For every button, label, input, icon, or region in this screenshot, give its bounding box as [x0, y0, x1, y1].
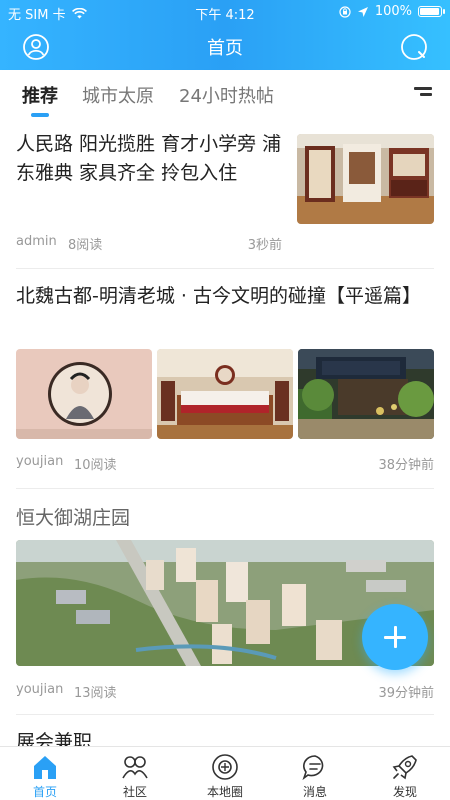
menu-icon[interactable] — [414, 86, 432, 102]
bottom-tab-discover[interactable]: 发现 — [360, 747, 450, 800]
app-header: 无 SIM 卡 下午 4:12 100% 首页 — [0, 0, 450, 70]
active-tab-indicator — [31, 113, 49, 117]
post-author: admin — [16, 234, 57, 249]
tab-label: 城市太原 — [82, 86, 154, 107]
post-read-count: 10阅读 — [74, 458, 117, 473]
bottom-tab-label: 消息 — [302, 785, 327, 799]
bottom-tab-community[interactable]: 社区 — [90, 747, 180, 800]
apartment-room-photo — [297, 134, 434, 224]
bottom-tab-label: 社区 — [122, 785, 147, 799]
divider — [16, 268, 434, 269]
post-time: 38分钟前 — [378, 458, 434, 473]
feed-item[interactable]: 恒大御湖庄园 youjian 13阅读 39分钟前 — [16, 504, 434, 704]
feed-item[interactable]: 人民路 阳光揽胜 育才小学旁 浦东雅典 家具齐全 拎包入住 admin 8阅读 … — [16, 130, 434, 253]
category-tabs: 推荐 城市太原 24小时热帖 — [0, 70, 450, 118]
bottom-tab-local-circle[interactable]: 本地圈 — [180, 747, 270, 800]
post-title: 人民路 阳光揽胜 育才小学旁 浦东雅典 家具齐全 拎包入住 — [16, 133, 282, 184]
search-icon[interactable] — [400, 33, 428, 61]
old-street-photo — [298, 349, 434, 439]
status-right: 100% — [339, 4, 445, 19]
tab-24h-hot[interactable]: 24小时热帖 — [179, 82, 274, 108]
bottom-tab-bar: 首页 社区 本地圈 消息 发现 — [0, 746, 450, 800]
post-title: 恒大御湖庄园 — [16, 507, 131, 529]
post-read-count: 8阅读 — [68, 238, 103, 253]
post-author: youjian — [16, 682, 64, 697]
bottom-tab-home[interactable]: 首页 — [0, 747, 90, 800]
battery-percent: 100% — [374, 4, 412, 19]
home-icon — [34, 756, 56, 779]
battery-icon — [418, 6, 445, 17]
bottom-tab-messages[interactable]: 消息 — [270, 747, 360, 800]
post-title: 北魏古都-明清老城 · 古今文明的碰撞【平遥篇】 — [16, 285, 421, 307]
post-author: youjian — [16, 454, 64, 469]
bottom-tab-label: 本地圈 — [206, 785, 243, 799]
rotation-lock-icon — [339, 5, 351, 18]
location-arrow-icon — [357, 6, 368, 17]
rocket-icon — [392, 755, 417, 780]
status-bar: 无 SIM 卡 下午 4:12 100% — [0, 0, 450, 24]
tab-label: 24小时热帖 — [179, 86, 274, 107]
bottom-tab-label: 首页 — [32, 785, 57, 799]
wall-painting-photo — [16, 349, 152, 439]
post-read-count: 13阅读 — [74, 686, 117, 701]
tab-label: 推荐 — [22, 86, 58, 107]
hotel-bedroom-photo — [157, 349, 293, 439]
add-post-button[interactable] — [362, 604, 428, 670]
tab-recommended[interactable]: 推荐 — [22, 82, 58, 117]
divider — [16, 714, 434, 715]
divider — [16, 488, 434, 489]
community-icon — [122, 756, 148, 779]
bottom-tab-label: 发现 — [392, 785, 417, 799]
post-title: 展会兼职 — [16, 731, 93, 746]
local-circle-icon — [212, 754, 238, 780]
feed-item[interactable]: 展会兼职 — [16, 728, 434, 746]
post-time: 3秒前 — [247, 238, 282, 253]
message-icon — [302, 755, 324, 781]
tab-city-taiyuan[interactable]: 城市太原 — [82, 82, 154, 108]
page-title: 首页 — [207, 38, 243, 59]
post-time: 39分钟前 — [378, 686, 434, 701]
feed-item[interactable]: 北魏古都-明清老城 · 古今文明的碰撞【平遥篇】 youjian 10阅读 38… — [16, 282, 434, 473]
battery-fill — [420, 8, 439, 15]
nav-bar: 首页 — [0, 24, 450, 70]
